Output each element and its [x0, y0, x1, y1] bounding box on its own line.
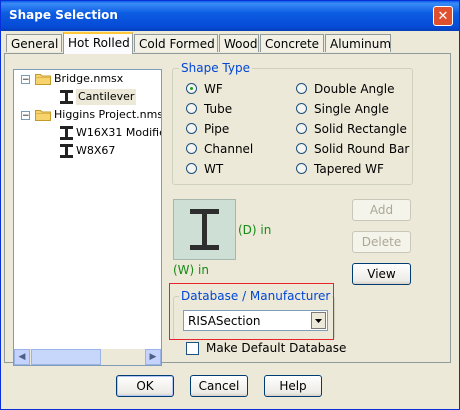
- tab-wood[interactable]: Wood: [219, 34, 259, 52]
- radio-label: Single Angle: [314, 102, 389, 116]
- add-button[interactable]: Add: [352, 199, 411, 221]
- title-bar[interactable]: Shape Selection ✕: [1, 1, 459, 31]
- tree-horizontal-scrollbar[interactable]: ◀ ▶: [14, 349, 161, 365]
- radio-selected-dot: [190, 87, 193, 90]
- tab-aluminum[interactable]: Aluminum: [325, 34, 391, 52]
- depth-label: (D) in: [238, 223, 272, 237]
- beam-icon: [60, 90, 73, 104]
- collapse-toggle[interactable]: −: [21, 111, 30, 121]
- database-highlight-box: [169, 283, 334, 340]
- radio-label: Double Angle: [314, 82, 395, 96]
- close-button[interactable]: ✕: [433, 6, 453, 26]
- section-tree[interactable]: − Bridge.nmsx Cantilever − Higgins Proje…: [13, 69, 162, 366]
- scroll-thumb[interactable]: [31, 349, 101, 365]
- ok-button[interactable]: OK: [116, 375, 174, 397]
- radio-label: Channel: [204, 142, 254, 156]
- radio-label: Solid Rectangle: [314, 122, 407, 136]
- shape-type-legend: Shape Type: [179, 61, 252, 75]
- help-button[interactable]: Help: [264, 375, 322, 397]
- radio-label: Pipe: [204, 122, 230, 136]
- tree-item-bridge[interactable]: Bridge.nmsx: [54, 71, 123, 87]
- radio-label: Tube: [204, 102, 233, 116]
- radio-label: WT: [204, 162, 224, 176]
- tab-hot-rolled[interactable]: Hot Rolled: [63, 32, 133, 54]
- collapse-toggle[interactable]: −: [21, 75, 30, 85]
- folder-icon: [35, 110, 51, 121]
- width-label: (W) in: [173, 263, 209, 277]
- beam-icon: [60, 126, 73, 140]
- tree-item-w16x31-modified[interactable]: W16X31 Modified: [76, 125, 161, 141]
- tree-item-w8x67[interactable]: W8X67: [76, 143, 115, 159]
- make-default-label: Make Default Database: [206, 341, 347, 355]
- tab-cold-formed[interactable]: Cold Formed: [134, 34, 218, 52]
- folder-icon: [35, 74, 51, 85]
- radio-label: Tapered WF: [314, 162, 384, 176]
- tab-concrete[interactable]: Concrete: [260, 34, 324, 52]
- tree-item-higgins-project[interactable]: Higgins Project.nmsx: [54, 107, 161, 123]
- wide-flange-shape-icon: [190, 209, 219, 250]
- tree-item-cantilever[interactable]: Cantilever: [76, 89, 137, 105]
- delete-button[interactable]: Delete: [352, 231, 411, 253]
- tab-general[interactable]: General: [6, 34, 62, 52]
- beam-icon: [60, 144, 73, 158]
- scroll-left-button[interactable]: ◀: [14, 349, 30, 365]
- radio-label: WF: [204, 82, 223, 96]
- radio-label: Solid Round Bar: [314, 142, 410, 156]
- make-default-checkbox[interactable]: [186, 342, 199, 355]
- scroll-right-button[interactable]: ▶: [145, 349, 161, 365]
- shape-preview: [173, 199, 236, 260]
- view-button[interactable]: View: [352, 263, 411, 285]
- cancel-button[interactable]: Cancel: [190, 375, 248, 397]
- close-icon: ✕: [437, 9, 449, 24]
- window-title: Shape Selection: [9, 8, 118, 22]
